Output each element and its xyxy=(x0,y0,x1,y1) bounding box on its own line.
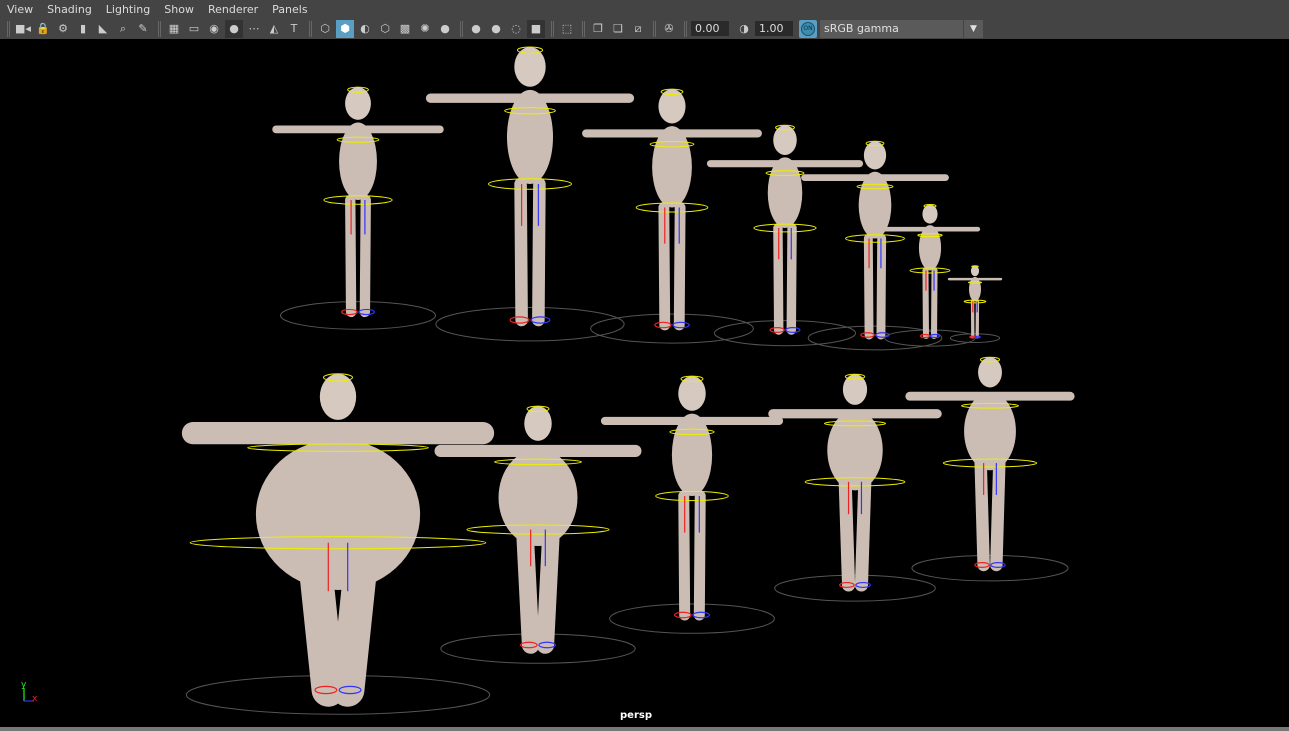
color-management-toggle[interactable]: ON xyxy=(799,19,817,38)
xray-joints-icon[interactable]: ⧄ xyxy=(629,20,647,38)
character-rig[interactable] xyxy=(434,405,642,664)
wireframe-icon[interactable]: ⬡ xyxy=(316,20,334,38)
multisample-antialiasing-icon[interactable]: ◌ xyxy=(507,20,525,38)
scene xyxy=(181,46,1075,715)
toolbar-separator xyxy=(582,20,585,37)
gamma-field[interactable]: 1.00 xyxy=(755,21,793,36)
image-plane-icon[interactable]: ◣ xyxy=(94,20,112,38)
character-rig[interactable] xyxy=(905,356,1075,582)
color-space-dropdown[interactable]: sRGB gamma ▼ xyxy=(820,19,983,38)
shadows-icon[interactable]: ● xyxy=(436,20,454,38)
lock-camera-icon[interactable]: 🔒 xyxy=(34,20,52,38)
resolution-gate-icon[interactable]: ◉ xyxy=(205,20,223,38)
viewport-3d[interactable] xyxy=(0,39,1289,727)
character-rig[interactable] xyxy=(947,265,1003,343)
default-material-icon[interactable]: ◐ xyxy=(356,20,374,38)
toolbar-separator xyxy=(653,20,656,37)
menu-panels[interactable]: Panels xyxy=(272,3,307,16)
color-management-on-label: ON xyxy=(801,21,815,36)
menu-lighting[interactable]: Lighting xyxy=(106,3,150,16)
depth-of-field-icon[interactable]: ■ xyxy=(527,19,545,38)
color-space-value: sRGB gamma xyxy=(824,22,899,35)
character-rig[interactable] xyxy=(879,203,981,347)
motion-blur-icon[interactable]: ● xyxy=(487,20,505,38)
grease-pencil-icon[interactable]: ✎ xyxy=(134,20,152,38)
character-rig[interactable] xyxy=(272,86,444,330)
menu-show[interactable]: Show xyxy=(164,3,194,16)
character-rig[interactable] xyxy=(600,375,784,634)
grid-icon[interactable]: ▦ xyxy=(165,20,183,38)
character-rig[interactable] xyxy=(706,124,864,347)
toolbar-separator xyxy=(158,20,161,37)
bookmark-icon[interactable]: ▮ xyxy=(74,20,92,38)
gamma-icon: ◑ xyxy=(739,22,749,35)
safe-title-icon[interactable]: T xyxy=(285,20,303,38)
camera-icon[interactable]: ■◂ xyxy=(14,20,32,38)
toolbar-separator xyxy=(7,20,10,37)
character-rig[interactable] xyxy=(181,373,495,715)
use-all-lights-icon[interactable]: ✺ xyxy=(416,20,434,38)
toolbar-separator xyxy=(684,20,687,37)
xray-icon[interactable]: ❐ xyxy=(589,20,607,38)
isolate-select-icon[interactable]: ⬚ xyxy=(558,20,576,38)
character-rig[interactable] xyxy=(425,46,635,342)
gate-mask-icon[interactable]: ● xyxy=(225,19,243,38)
smooth-shade-icon[interactable]: ⬢ xyxy=(336,19,354,38)
field-chart-icon[interactable]: ⋯ xyxy=(245,20,263,38)
2d-pan-zoom-icon[interactable]: ⌕ xyxy=(114,20,132,38)
character-rig[interactable] xyxy=(582,88,762,344)
camera-label: persp xyxy=(620,710,652,721)
chevron-down-icon[interactable]: ▼ xyxy=(963,19,983,38)
wireframe-on-shaded-icon[interactable]: ⬡ xyxy=(376,20,394,38)
viewport-border xyxy=(0,727,1289,731)
toolbar-separator xyxy=(551,20,554,37)
toolbar-separator xyxy=(309,20,312,37)
panel-toolbar: ■◂ 🔒 ⚙ ▮ ◣ ⌕ ✎ ▦ ▭ ◉ ● ⋯ ◭ T ⬡ ⬢ ◐ ⬡ ▩ ✺ ● ● ● ◌ ■ ⬚ ❐ ❏ ⧄ ✇ 0.00 ◑ 1.00… xyxy=(0,18,1289,39)
film-gate-icon[interactable]: ▭ xyxy=(185,20,203,38)
camera-attributes-icon[interactable]: ⚙ xyxy=(54,20,72,38)
exposure-icon[interactable]: ✇ xyxy=(660,20,678,38)
menu-view[interactable]: View xyxy=(7,3,33,16)
safe-action-icon[interactable]: ◭ xyxy=(265,20,283,38)
menu-shading[interactable]: Shading xyxy=(47,3,92,16)
textured-icon[interactable]: ▩ xyxy=(396,20,414,38)
xray-active-components-icon[interactable]: ❏ xyxy=(609,20,627,38)
toolbar-separator xyxy=(460,20,463,37)
menu-renderer[interactable]: Renderer xyxy=(208,3,258,16)
axis-x-label: x xyxy=(32,694,38,704)
exposure-field[interactable]: 0.00 xyxy=(691,21,729,36)
screen-space-ambient-occlusion-icon[interactable]: ● xyxy=(467,20,485,38)
menubar: View Shading Lighting Show Renderer Panels xyxy=(0,0,1289,18)
axis-y-label: y xyxy=(21,680,27,690)
